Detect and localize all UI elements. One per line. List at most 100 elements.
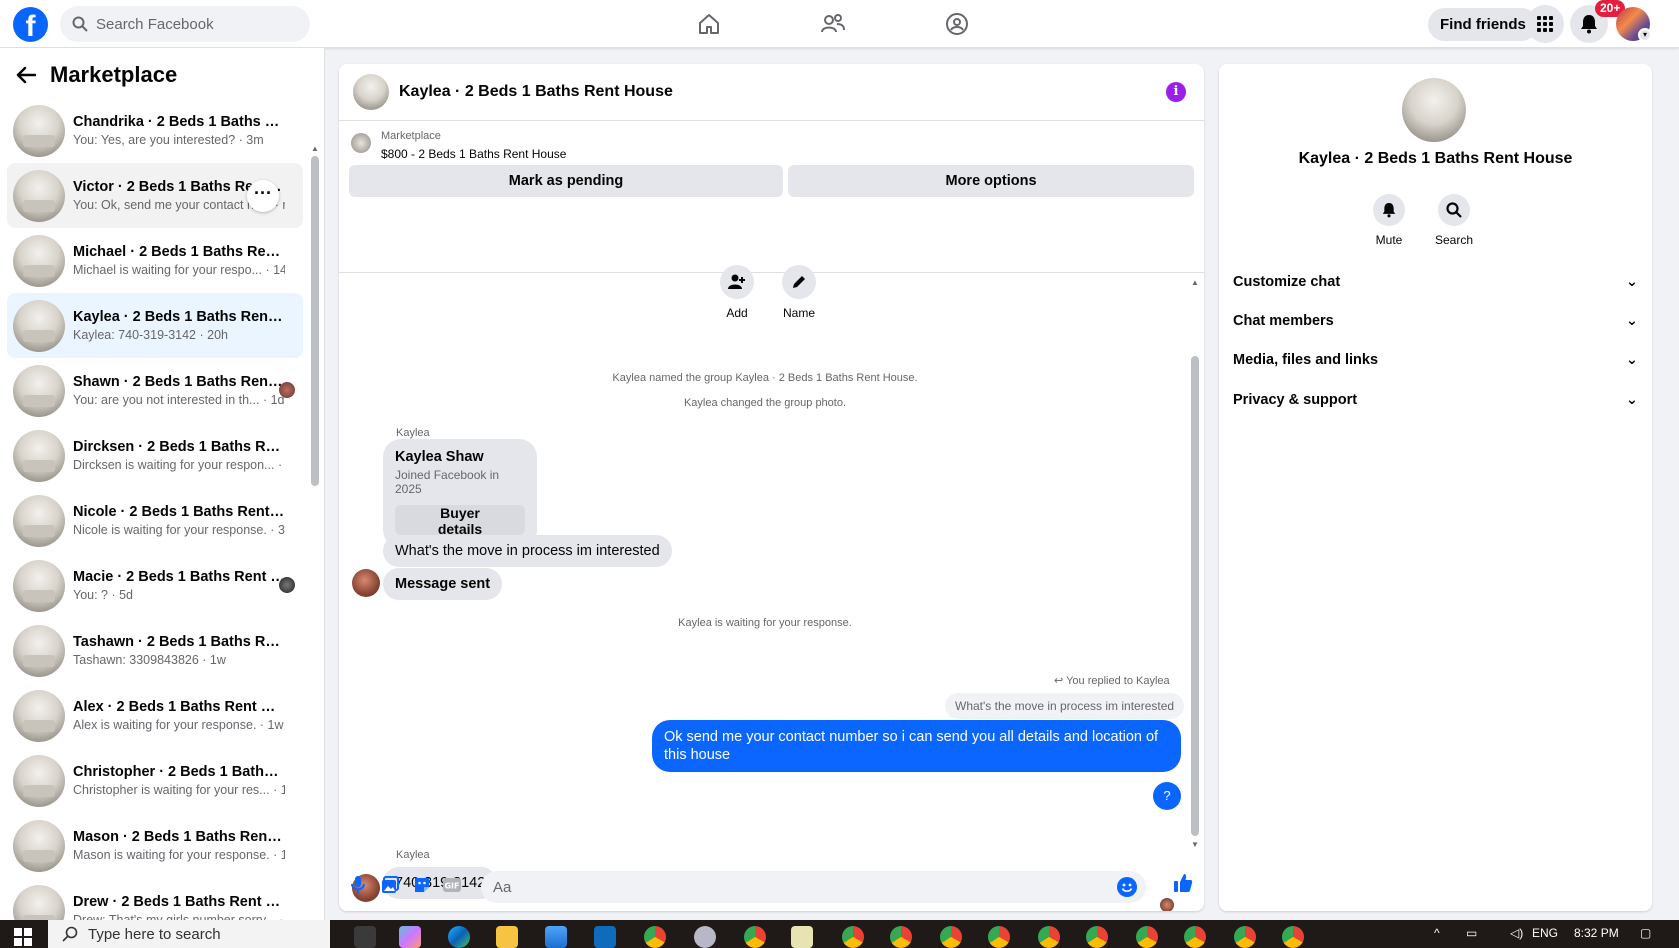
sender-avatar[interactable] — [352, 569, 380, 597]
chat-scrollbar[interactable] — [1191, 356, 1199, 836]
tray-chevron-icon[interactable]: ^ — [1434, 926, 1440, 940]
sender-name: Kaylea — [396, 849, 430, 861]
conversation-item[interactable]: Michael · 2 Beds 1 Baths Rent H... Michae… — [7, 228, 303, 293]
chrome-icon[interactable] — [1136, 926, 1158, 948]
conversation-name: Chandrika · 2 Beds 1 Baths Rent ... — [73, 114, 285, 130]
chrome-icon[interactable] — [1184, 926, 1206, 948]
clock-time[interactable]: 8:32 PM — [1574, 926, 1619, 940]
customize-chat-section[interactable]: Customize chat ⌄ — [1233, 264, 1638, 300]
name-group-action[interactable]: Name — [769, 265, 829, 320]
conversation-list: Chandrika · 2 Beds 1 Baths Rent ... You: … — [7, 98, 303, 943]
group-avatar[interactable] — [1402, 78, 1466, 142]
more-options-icon[interactable]: ··· — [247, 180, 279, 212]
listing-thumbnail — [13, 624, 65, 677]
chrome-icon[interactable] — [744, 926, 766, 948]
network-icon[interactable]: ▭ — [1466, 926, 1477, 940]
scroll-down-icon[interactable]: ▼ — [1191, 840, 1199, 849]
language-indicator[interactable]: ENG — [1532, 926, 1558, 940]
listing-thumbnail[interactable] — [351, 133, 371, 153]
conversation-item[interactable]: Victor · 2 Beds 1 Baths Rent H... You: Ok… — [7, 163, 303, 228]
conversation-preview: Dircksen is waiting for your respon... ·… — [73, 458, 285, 472]
store-icon[interactable] — [545, 926, 567, 948]
windows-start-icon[interactable] — [14, 928, 32, 946]
chrome-icon[interactable] — [842, 926, 864, 948]
friends-icon[interactable] — [819, 10, 847, 38]
app-icon[interactable] — [694, 926, 716, 948]
photo-icon[interactable] — [379, 874, 401, 896]
listing-thumbnail — [13, 104, 65, 157]
chrome-icon[interactable] — [940, 926, 962, 948]
conversation-preview: You: ? · 5d — [73, 588, 134, 602]
chrome-icon[interactable] — [1038, 926, 1060, 948]
find-friends-button[interactable]: Find friends — [1428, 8, 1538, 41]
reply-quote[interactable]: What's the move in process im interested — [945, 693, 1185, 719]
chrome-icon[interactable] — [644, 926, 666, 948]
home-icon[interactable] — [695, 10, 723, 38]
conversation-item-active[interactable]: Kaylea · 2 Beds 1 Baths Rent Ho... Kaylea… — [7, 293, 303, 358]
add-person-icon — [728, 274, 745, 289]
media-files-links-section[interactable]: Media, files and links ⌄ — [1233, 342, 1638, 378]
chrome-icon[interactable] — [1086, 926, 1108, 948]
notification-center-icon[interactable]: ▢ — [1640, 926, 1651, 940]
privacy-support-section[interactable]: Privacy & support ⌄ — [1233, 382, 1638, 418]
gif-icon[interactable]: GIF — [441, 874, 463, 896]
taskbar-search[interactable]: Type here to search — [48, 920, 330, 948]
conversation-item[interactable]: Nicole · 2 Beds 1 Baths Rent Ho... Nicole… — [7, 488, 303, 553]
thumbs-up-icon[interactable] — [1173, 873, 1193, 896]
edge-icon[interactable] — [448, 926, 470, 948]
listing-title[interactable]: $800 - 2 Beds 1 Baths Rent House — [381, 147, 566, 161]
sticker-icon[interactable] — [411, 874, 433, 896]
more-options-button[interactable]: More options — [788, 165, 1194, 197]
chrome-icon[interactable] — [1234, 926, 1256, 948]
conversation-item[interactable]: Alex · 2 Beds 1 Baths Rent House Alex is … — [7, 683, 303, 748]
conversation-preview: Alex is waiting for your response. · 1w — [73, 718, 284, 732]
outgoing-message[interactable]: ? — [1153, 782, 1181, 810]
chat-panel: Kaylea · 2 Beds 1 Baths Rent House i Mar… — [339, 64, 1204, 911]
chrome-icon[interactable] — [890, 926, 912, 948]
chrome-icon[interactable] — [1282, 926, 1304, 948]
buyer-details-button[interactable]: Buyer details — [395, 505, 525, 537]
conversation-item[interactable]: Shawn · 2 Beds 1 Baths Rent ... You: are … — [7, 358, 303, 423]
conversation-item[interactable]: Tashawn · 2 Beds 1 Baths Rent H... Tashaw… — [7, 618, 303, 683]
copilot-icon[interactable] — [399, 926, 421, 948]
menu-grid-icon[interactable] — [1526, 5, 1564, 43]
emoji-icon[interactable] — [1117, 877, 1137, 897]
conversation-name: Macie · 2 Beds 1 Baths Rent H... — [73, 569, 285, 585]
conversation-item[interactable]: Mason · 2 Beds 1 Baths Rent Ho... Mason i… — [7, 813, 303, 878]
outgoing-message[interactable]: Ok send me your contact number so i can … — [652, 720, 1181, 772]
chat-title[interactable]: Kaylea · 2 Beds 1 Baths Rent House — [399, 83, 673, 101]
message-input[interactable] — [481, 871, 1146, 903]
scroll-up-icon[interactable]: ▲ — [311, 144, 319, 153]
info-icon[interactable]: i — [1166, 82, 1186, 102]
search-input[interactable] — [96, 15, 286, 33]
conversation-item[interactable]: Christopher · 2 Beds 1 Baths Ren... Chris… — [7, 748, 303, 813]
chat-avatar[interactable] — [353, 74, 389, 110]
conversation-item[interactable]: Dircksen · 2 Beds 1 Baths Rent H... Dirck… — [7, 423, 303, 488]
back-arrow-icon[interactable] — [16, 66, 36, 84]
chevron-down-icon[interactable]: ▾ — [1638, 28, 1652, 42]
windows-taskbar: Type here to search ^ ▭ ◁) ENG 8:32 PM ▢ — [0, 920, 1679, 948]
conversation-name: Kaylea · 2 Beds 1 Baths Rent Ho... — [73, 309, 285, 325]
microphone-icon[interactable] — [347, 874, 369, 896]
sidebar-scrollbar[interactable] — [311, 156, 319, 486]
file-explorer-icon[interactable] — [496, 926, 518, 948]
notepad-icon[interactable] — [791, 926, 813, 948]
facebook-search-box[interactable] — [60, 6, 310, 42]
facebook-logo-icon[interactable]: f — [13, 7, 48, 42]
scroll-up-icon[interactable]: ▲ — [1191, 278, 1199, 287]
conversation-item[interactable]: Macie · 2 Beds 1 Baths Rent H... You: ? ·… — [7, 553, 303, 618]
mute-action[interactable]: Mute — [1359, 194, 1419, 247]
chrome-icon[interactable] — [988, 926, 1010, 948]
volume-icon[interactable]: ◁) — [1510, 926, 1523, 940]
conversation-item[interactable]: Chandrika · 2 Beds 1 Baths Rent ... You: … — [7, 98, 303, 163]
chat-members-section[interactable]: Chat members ⌄ — [1233, 303, 1638, 339]
search-action[interactable]: Search — [1424, 194, 1484, 247]
outlook-icon[interactable] — [594, 926, 616, 948]
marketplace-listing-bar: Marketplace $800 - 2 Beds 1 Baths Rent H… — [339, 121, 1204, 273]
task-view-icon[interactable] — [354, 926, 376, 948]
incoming-message[interactable]: Message sent — [383, 568, 503, 600]
add-people-action[interactable]: Add — [707, 265, 767, 320]
mark-as-pending-button[interactable]: Mark as pending — [349, 165, 783, 197]
incoming-message[interactable]: What's the move in process im interested — [383, 535, 672, 567]
groups-icon[interactable] — [943, 10, 971, 38]
